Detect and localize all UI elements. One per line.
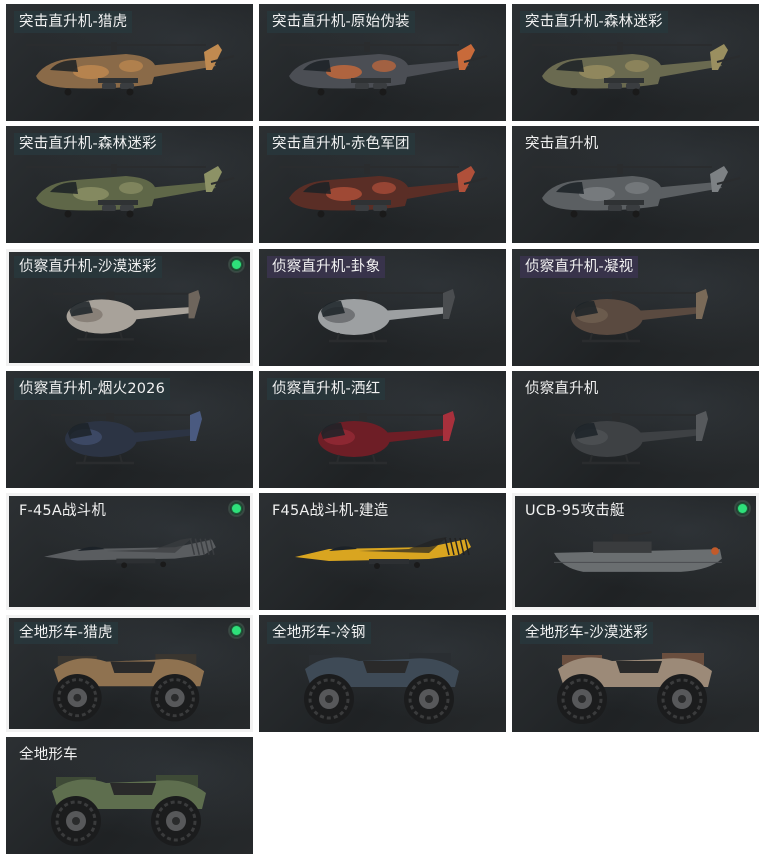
vehicle-skin-card[interactable]: 全地形车-冷钢 — [259, 615, 506, 732]
vehicle-skin-name: 侦察直升机-烟火2026 — [14, 378, 171, 400]
vehicle-skin-name: F-45A战斗机 — [19, 503, 107, 519]
vehicle-skin-card[interactable]: 突击直升机-赤色军团 — [259, 126, 506, 243]
vehicle-skin-card[interactable]: 侦察直升机-沙漠迷彩 — [6, 249, 253, 366]
vehicle-skin-card[interactable]: 侦察直升机-洒红 — [259, 371, 506, 488]
vehicle-skin-name: 突击直升机-原始伪装 — [267, 11, 415, 33]
atv-art — [51, 775, 206, 846]
vehicle-skin-card[interactable]: 突击直升机-森林迷彩 — [512, 4, 759, 121]
vehicle-skin-name: 突击直升机-赤色军团 — [267, 133, 415, 155]
vehicle-skin-name: 侦察直升机-卦象 — [267, 256, 386, 278]
scout-helicopter-art — [557, 411, 708, 465]
vehicle-skin-name: 突击直升机-森林迷彩 — [14, 133, 162, 155]
vehicle-skin-name: 突击直升机 — [525, 136, 599, 152]
atv-art — [52, 654, 205, 722]
equipped-indicator-icon — [228, 500, 245, 517]
fighter-jet-art — [295, 537, 471, 569]
vehicle-skin-card[interactable]: 侦察直升机 — [512, 371, 759, 488]
vehicle-skin-name: 突击直升机-森林迷彩 — [520, 11, 668, 33]
equipped-indicator-icon — [734, 500, 751, 517]
scout-helicopter-art — [51, 411, 202, 465]
attack-helicopter-art — [279, 164, 488, 218]
vehicle-skin-card[interactable]: 侦察直升机-凝视 — [512, 249, 759, 366]
vehicle-skin-name: 侦察直升机-沙漠迷彩 — [14, 256, 162, 278]
vehicle-skin-name: 侦察直升机-凝视 — [520, 256, 639, 278]
attack-helicopter-art — [532, 42, 741, 96]
vehicle-skin-card[interactable]: 突击直升机-森林迷彩 — [6, 126, 253, 243]
scout-helicopter-art — [304, 289, 455, 343]
vehicle-skin-card[interactable]: F45A战斗机-建造 — [259, 493, 506, 610]
scout-helicopter-art — [52, 289, 201, 341]
vehicle-skin-name: 全地形车-冷钢 — [267, 622, 371, 644]
vehicle-skin-card[interactable]: 全地形车-沙漠迷彩 — [512, 615, 759, 732]
equipped-indicator-icon — [228, 256, 245, 273]
attack-helicopter-art — [532, 164, 741, 218]
scout-helicopter-art — [304, 411, 455, 465]
vehicle-skin-name: 侦察直升机-洒红 — [267, 378, 386, 400]
vehicle-skin-name: 全地形车-沙漠迷彩 — [520, 622, 654, 644]
vehicle-skin-name: UCB-95攻击艇 — [525, 503, 625, 519]
vehicle-skin-card[interactable]: UCB-95攻击艇 — [512, 493, 759, 610]
atv-art — [557, 653, 712, 724]
scout-helicopter-art — [557, 289, 708, 343]
vehicle-skin-name: 全地形车-猎虎 — [14, 622, 118, 644]
vehicle-skin-card[interactable]: 侦察直升机-烟火2026 — [6, 371, 253, 488]
attack-helicopter-art — [26, 164, 235, 218]
atv-art — [304, 653, 459, 724]
attack-boat-art — [554, 531, 722, 572]
equipped-indicator-icon — [228, 622, 245, 639]
attack-helicopter-art — [279, 42, 488, 96]
vehicle-skin-name: F45A战斗机-建造 — [272, 503, 389, 519]
vehicle-skin-grid: 突击直升机-猎虎 突击直升机-原始伪装 突击直升机-森林迷彩 突击直升机-森林迷彩 突击… — [0, 0, 765, 854]
vehicle-skin-card[interactable]: 全地形车 — [6, 737, 253, 854]
vehicle-skin-card[interactable]: F-45A战斗机 — [6, 493, 253, 610]
vehicle-skin-card[interactable]: 突击直升机 — [512, 126, 759, 243]
vehicle-skin-name: 全地形车 — [19, 747, 78, 763]
fighter-jet-art — [44, 537, 216, 569]
vehicle-skin-name: 突击直升机-猎虎 — [14, 11, 133, 33]
attack-helicopter-art — [26, 42, 235, 96]
vehicle-skin-card[interactable]: 侦察直升机-卦象 — [259, 249, 506, 366]
vehicle-skin-card[interactable]: 全地形车-猎虎 — [6, 615, 253, 732]
vehicle-skin-name: 侦察直升机 — [525, 381, 599, 397]
vehicle-skin-card[interactable]: 突击直升机-猎虎 — [6, 4, 253, 121]
vehicle-skin-card[interactable]: 突击直升机-原始伪装 — [259, 4, 506, 121]
